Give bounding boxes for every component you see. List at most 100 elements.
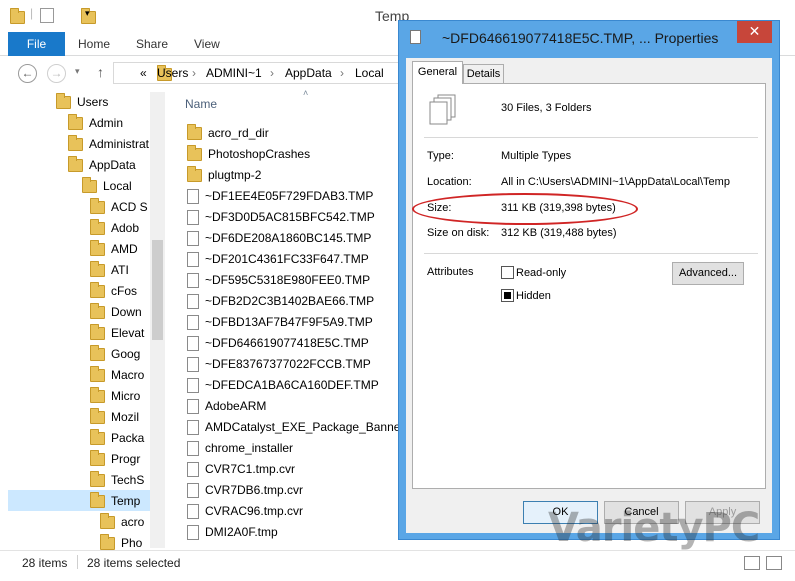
file-row[interactable]: AdobeARM xyxy=(185,396,401,417)
nav-scrollbar-thumb[interactable] xyxy=(152,240,163,340)
breadcrumb-chevron-icon: › xyxy=(270,66,274,80)
tab-home[interactable]: Home xyxy=(78,32,110,56)
nav-item[interactable]: AMD xyxy=(90,239,150,260)
back-icon[interactable]: ← xyxy=(18,64,37,83)
tab-file[interactable]: File xyxy=(8,32,65,56)
breadcrumb-users[interactable]: Users xyxy=(157,66,188,80)
folder-icon xyxy=(90,450,105,467)
nav-item-label: Elevat xyxy=(111,326,145,340)
tab-view[interactable]: View xyxy=(194,32,220,56)
nav-item-label: acro xyxy=(121,515,145,529)
nav-item[interactable]: Progr xyxy=(90,449,150,470)
file-icon xyxy=(187,231,199,247)
nav-item-label: Admin xyxy=(89,116,124,130)
forward-icon[interactable]: → xyxy=(47,64,66,83)
advanced-button[interactable]: Advanced... xyxy=(672,262,744,285)
file-row[interactable]: chrome_installer xyxy=(185,438,401,459)
nav-item-label: Pho xyxy=(121,536,143,550)
file-row[interactable]: ~DFE83767377022FCCB.TMP xyxy=(185,354,401,375)
nav-item-label: Local xyxy=(103,179,132,193)
file-row[interactable]: ~DF3D0D5AC815BFC542.TMP xyxy=(185,207,401,228)
nav-item[interactable]: Administrat xyxy=(68,134,150,155)
breadcrumb-admini[interactable]: ADMINI~1 xyxy=(206,66,262,80)
recent-dropdown-icon[interactable]: ▾ xyxy=(75,66,80,77)
file-name: plugtmp-2 xyxy=(208,168,262,182)
nav-item[interactable]: ATI xyxy=(90,260,150,281)
breadcrumb-chevron-icon: › xyxy=(192,66,196,80)
folder-icon xyxy=(90,219,105,236)
file-row[interactable]: CVR7DB6.tmp.cvr xyxy=(185,480,401,501)
file-row[interactable]: ~DF1EE4E05F729FDAB3.TMP xyxy=(185,186,401,207)
file-row[interactable]: ~DFB2D2C3B1402BAE66.TMP xyxy=(185,291,401,312)
nav-item[interactable]: ACD S xyxy=(90,197,150,218)
file-icon xyxy=(187,336,199,352)
file-row[interactable]: DMI2A0F.tmp xyxy=(185,522,401,543)
dialog-title: ~DFD646619077418E5C.TMP, ... Properties xyxy=(442,30,719,46)
nav-item[interactable]: acro xyxy=(100,512,150,533)
breadcrumb-local[interactable]: Local xyxy=(355,66,384,80)
tab-details[interactable]: Details xyxy=(463,64,504,83)
up-icon[interactable]: ↑ xyxy=(97,64,104,80)
nav-item[interactable]: Down xyxy=(90,302,150,323)
folder-icon xyxy=(56,93,71,110)
type-value: Multiple Types xyxy=(501,150,572,162)
file-row[interactable]: ~DFBD13AF7B47F9F5A9.TMP xyxy=(185,312,401,333)
nav-item-label: Progr xyxy=(111,452,141,466)
file-icon xyxy=(187,378,199,394)
folder-icon xyxy=(90,261,105,278)
nav-item-label: Adob xyxy=(111,221,140,235)
nav-item[interactable]: Elevat xyxy=(90,323,150,344)
nav-item-label: TechS xyxy=(111,473,145,487)
nav-item[interactable]: Admin xyxy=(68,113,150,134)
type-label: Type: xyxy=(427,150,454,162)
attributes-label: Attributes xyxy=(427,266,474,278)
file-name: AMDCatalyst_EXE_Package_Banner_4 xyxy=(205,420,401,434)
file-row[interactable]: ~DF201C4361FC33F647.TMP xyxy=(185,249,401,270)
file-row[interactable]: AMDCatalyst_EXE_Package_Banner_4 xyxy=(185,417,401,438)
details-view-icon[interactable] xyxy=(744,556,760,570)
properties-icon[interactable] xyxy=(40,8,54,23)
file-row[interactable]: ~DFEDCA1BA6CA160DEF.TMP xyxy=(185,375,401,396)
status-item-count: 28 items xyxy=(22,556,68,570)
file-row[interactable]: ~DFD646619077418E5C.TMP xyxy=(185,333,401,354)
nav-item[interactable]: Adob xyxy=(90,218,150,239)
nav-item[interactable]: Temp xyxy=(90,491,150,512)
nav-item[interactable]: TechS xyxy=(90,470,150,491)
nav-item[interactable]: Micro xyxy=(90,386,150,407)
tab-share[interactable]: Share xyxy=(136,32,168,56)
file-row[interactable]: PhotoshopCrashes xyxy=(185,144,401,165)
nav-item[interactable]: Users xyxy=(56,92,150,113)
file-row[interactable]: CVR7C1.tmp.cvr xyxy=(185,459,401,480)
general-tab-panel xyxy=(412,83,766,489)
nav-item[interactable]: Local xyxy=(82,176,150,197)
nav-item[interactable]: Macro xyxy=(90,365,150,386)
nav-item[interactable]: AppData xyxy=(68,155,150,176)
folder-icon xyxy=(10,8,25,25)
file-name: ~DFBD13AF7B47F9F5A9.TMP xyxy=(205,315,373,329)
file-row[interactable]: CVRAC96.tmp.cvr xyxy=(185,501,401,522)
nav-item[interactable]: cFos xyxy=(90,281,150,302)
file-row[interactable]: ~DF6DE208A1860BC145.TMP xyxy=(185,228,401,249)
qat-dropdown-icon[interactable]: ▾ xyxy=(85,8,90,19)
file-name: ~DFEDCA1BA6CA160DEF.TMP xyxy=(205,378,379,392)
size-on-disk-value: 312 KB (319,488 bytes) xyxy=(501,227,617,239)
file-row[interactable]: plugtmp-2 xyxy=(185,165,401,186)
file-row[interactable]: ~DF595C5318E980FEE0.TMP xyxy=(185,270,401,291)
nav-item[interactable]: Mozil xyxy=(90,407,150,428)
column-header-name[interactable]: Name xyxy=(185,97,217,111)
folder-icon xyxy=(90,471,105,488)
nav-item[interactable]: Packa xyxy=(90,428,150,449)
folder-icon xyxy=(90,198,105,215)
tab-general[interactable]: General xyxy=(412,61,463,84)
breadcrumb-overflow[interactable]: « xyxy=(140,66,147,80)
file-row[interactable]: acro_rd_dir xyxy=(185,123,401,144)
close-icon[interactable]: ✕ xyxy=(737,21,772,43)
nav-item-label: Goog xyxy=(111,347,141,361)
readonly-checkbox[interactable] xyxy=(501,266,514,279)
breadcrumb-appdata[interactable]: AppData xyxy=(285,66,332,80)
multiple-files-icon xyxy=(429,94,456,125)
nav-item[interactable]: Goog xyxy=(90,344,150,365)
large-icons-view-icon[interactable] xyxy=(766,556,782,570)
file-icon xyxy=(187,462,199,478)
file-name: PhotoshopCrashes xyxy=(208,147,311,161)
